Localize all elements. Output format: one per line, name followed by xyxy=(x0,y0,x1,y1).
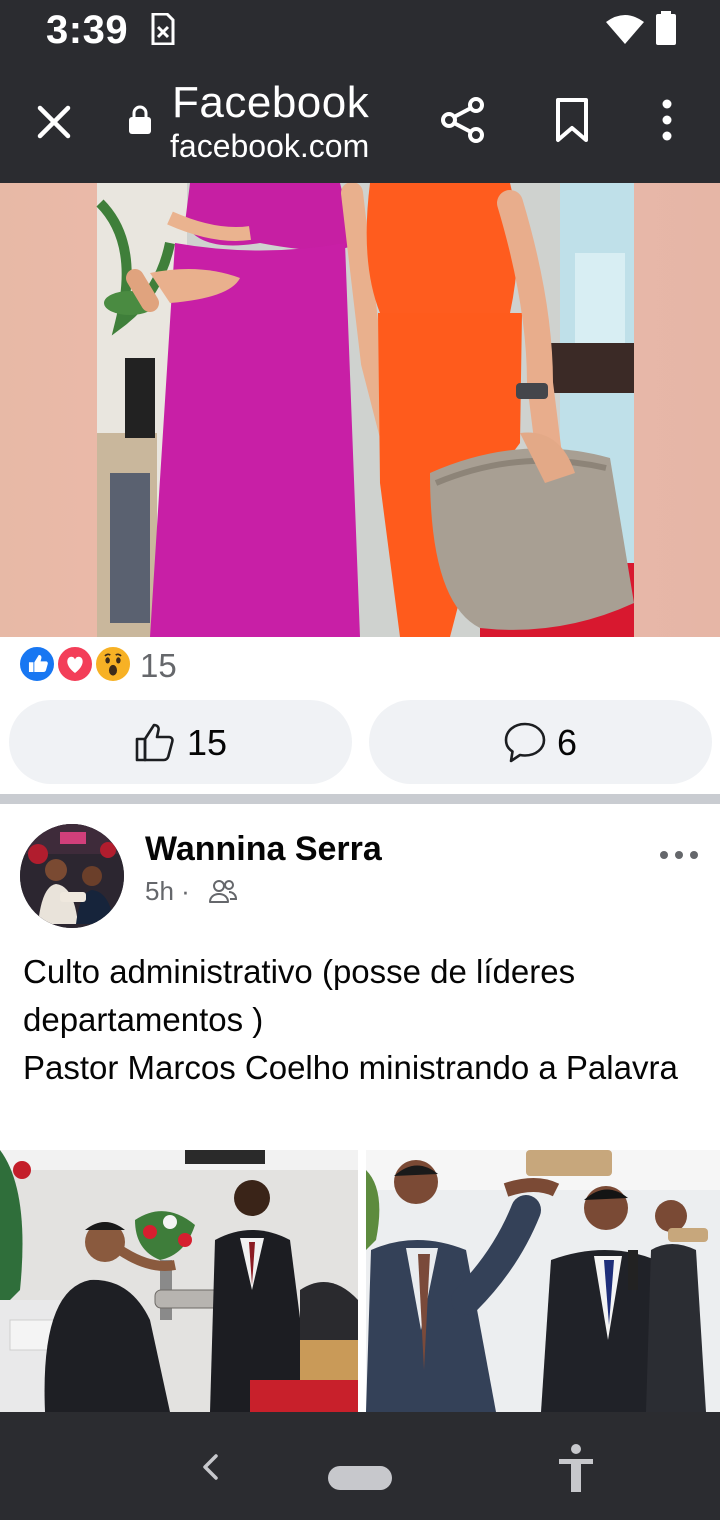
wow-reaction-icon xyxy=(94,645,132,683)
post-photo-right[interactable] xyxy=(366,1150,720,1412)
post-divider xyxy=(0,794,720,804)
avatar-image xyxy=(20,824,124,928)
avatar[interactable] xyxy=(20,824,124,928)
friends-icon[interactable] xyxy=(208,878,238,904)
status-time: 3:39 xyxy=(46,8,129,52)
post-text: Culto administrativo (posse de líderes d… xyxy=(23,953,678,1086)
comment-count: 6 xyxy=(557,722,578,763)
reactions-summary[interactable]: 15 xyxy=(18,645,318,685)
browser-toolbar: Facebook facebook.com xyxy=(0,60,720,183)
page-url[interactable]: facebook.com xyxy=(170,128,369,165)
system-nav-bar xyxy=(0,1412,720,1520)
photo-illustration-right xyxy=(366,1150,720,1412)
wifi-icon xyxy=(606,15,644,44)
close-icon[interactable] xyxy=(30,98,78,146)
comment-button[interactable]: 6 xyxy=(369,700,712,784)
post-options-icon[interactable] xyxy=(656,840,702,870)
comment-icon xyxy=(504,722,546,763)
bookmark-icon[interactable] xyxy=(552,96,592,144)
like-button[interactable]: 15 xyxy=(9,700,352,784)
page-title: Facebook xyxy=(172,78,370,127)
file-x-icon xyxy=(151,13,175,45)
reaction-count: 15 xyxy=(140,647,177,684)
photo-illustration-left xyxy=(0,1150,358,1412)
share-icon[interactable] xyxy=(440,96,486,144)
thumbs-up-icon xyxy=(135,723,174,762)
love-reaction-icon xyxy=(56,645,94,683)
more-vertical-icon[interactable] xyxy=(652,96,682,144)
post-photo-left[interactable] xyxy=(0,1150,358,1412)
status-bar: 3:39 xyxy=(0,0,720,60)
post-photo[interactable] xyxy=(0,183,720,637)
like-reaction-icon xyxy=(18,645,56,683)
post-photo-illustration xyxy=(96,183,634,637)
back-icon[interactable] xyxy=(196,1450,226,1484)
home-pill[interactable] xyxy=(328,1466,392,1490)
lock-icon xyxy=(129,105,151,134)
battery-icon xyxy=(656,11,676,45)
post-timestamp[interactable]: 5h · xyxy=(145,876,190,907)
author-name[interactable]: Wannina Serra xyxy=(145,830,382,869)
accessibility-icon[interactable] xyxy=(556,1442,596,1494)
like-count: 15 xyxy=(187,722,228,763)
